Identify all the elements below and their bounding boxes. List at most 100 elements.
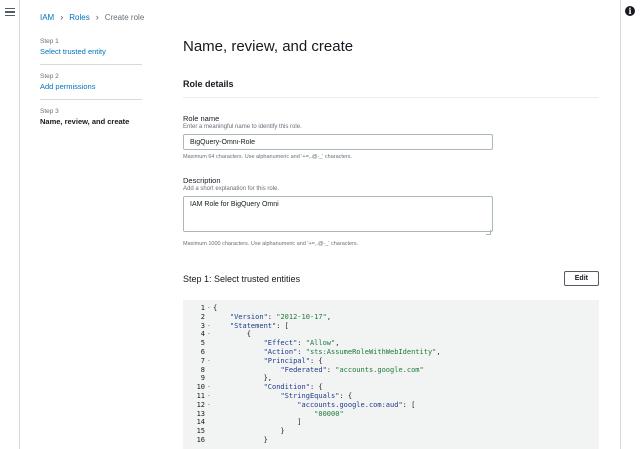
code-text: "StringEquals": { — [213, 392, 352, 401]
edit-button[interactable]: Edit — [563, 271, 599, 286]
json-punctuation: , — [436, 347, 441, 356]
line-number: 5 — [200, 339, 205, 348]
step-link-select-trusted-entity[interactable]: Select trusted entity — [40, 47, 142, 56]
json-punctuation: : — [297, 347, 306, 356]
code-text: "Action": "sts:AssumeRoleWithWebIdentity… — [213, 348, 441, 357]
json-string: "accounts.google.com" — [335, 365, 424, 374]
role-name-label: Role name — [183, 114, 220, 123]
breadcrumb-roles[interactable]: Roles — [69, 13, 89, 22]
json-key: "Effect" — [263, 339, 298, 348]
page-title: Name, review, and create — [183, 38, 354, 55]
json-punctuation — [213, 392, 280, 400]
breadcrumb-current: Create role — [104, 12, 145, 22]
json-punctuation: : { — [309, 356, 323, 365]
json-punctuation — [213, 313, 230, 321]
wizard-step-1: Step 1 Select trusted entity — [40, 38, 142, 65]
wizard-step-3: Step 3 Name, review, and create — [40, 108, 142, 134]
json-punctuation: : [ — [402, 400, 416, 409]
code-line: 16 } — [183, 436, 599, 445]
json-punctuation: : — [326, 365, 336, 374]
json-punctuation — [213, 366, 280, 374]
line-number: 16 — [196, 435, 205, 444]
step-number: Step 1 — [40, 38, 59, 45]
json-punctuation: { — [213, 330, 251, 339]
code-text: } — [213, 427, 285, 436]
json-punctuation: : [ — [276, 321, 289, 330]
json-key: "Statement" — [229, 321, 277, 330]
description-constraint: Maximum 1000 characters. Use alphanumeri… — [183, 241, 359, 247]
role-name-description: Enter a meaningful name to identify this… — [183, 124, 302, 130]
line-number: 6 — [200, 347, 205, 356]
description-field: Description Add a short explanation for … — [183, 176, 599, 247]
code-line: 1-{ — [183, 304, 599, 313]
json-string: "sts:AssumeRoleWithWebIdentity" — [305, 347, 437, 356]
json-punctuation: : { — [309, 383, 323, 392]
line-number: 12 — [196, 400, 205, 409]
json-key: "Federated" — [280, 365, 327, 374]
json-punctuation — [213, 322, 230, 330]
json-punctuation — [213, 410, 314, 418]
code-text: "Condition": { — [213, 383, 323, 392]
json-punctuation: } — [213, 435, 268, 444]
breadcrumb-iam[interactable]: IAM — [40, 13, 54, 22]
line-number: 1 — [200, 304, 205, 312]
role-name-input[interactable] — [183, 134, 493, 150]
code-line: 15 } — [183, 427, 599, 436]
breadcrumb: IAM › Roles › Create role — [40, 12, 144, 22]
json-punctuation — [213, 401, 297, 409]
json-key: "Condition" — [263, 383, 310, 392]
json-punctuation: }, — [213, 374, 273, 383]
left-navigation-rail — [0, 0, 20, 449]
json-punctuation: , — [326, 312, 332, 321]
code-line: 13 "00000" — [183, 410, 599, 419]
line-number: 10 — [196, 383, 205, 392]
line-number: 9 — [200, 374, 205, 383]
json-punctuation: { — [213, 304, 218, 312]
right-help-rail: i — [620, 0, 640, 449]
code-line: 5 "Effect": "Allow", — [183, 339, 599, 348]
line-number: 8 — [200, 365, 205, 374]
role-name-field: Role name Enter a meaningful name to ide… — [183, 114, 599, 160]
main-content: Name, review, and create Role details Ro… — [183, 38, 599, 449]
code-line: 11- "StringEquals": { — [183, 392, 599, 401]
code-line: 6 "Action": "sts:AssumeRoleWithWebIdenti… — [183, 348, 599, 357]
divider — [183, 97, 599, 98]
json-punctuation: , — [335, 339, 340, 348]
code-line: 12- "accounts.google.com:aud": [ — [183, 401, 599, 410]
description-textarea[interactable]: IAM Role for BigQuery Omni — [183, 196, 493, 232]
step-link-add-permissions[interactable]: Add permissions — [40, 82, 142, 91]
trusted-entities-heading: Step 1: Select trusted entities — [183, 273, 301, 284]
line-number: 13 — [196, 409, 205, 418]
code-line: 7- "Principal": { — [183, 357, 599, 366]
json-string: "00000" — [314, 409, 344, 418]
code-line: 2 "Version": "2012-10-17", — [183, 313, 599, 322]
hamburger-menu-icon[interactable] — [5, 8, 15, 16]
json-key: "Principal" — [263, 356, 310, 365]
line-number: 7 — [200, 356, 205, 365]
info-icon[interactable]: i — [625, 6, 635, 16]
resize-handle-icon[interactable] — [486, 230, 491, 235]
code-line: 14 ] — [183, 418, 599, 427]
chevron-right-icon: › — [60, 12, 64, 22]
step-number: Step 2 — [40, 73, 59, 80]
role-name-constraint: Maximum 64 characters. Use alphanumeric … — [183, 154, 353, 160]
wizard-steps: Step 1 Select trusted entity Step 2 Add … — [40, 38, 142, 142]
wizard-step-2: Step 2 Add permissions — [40, 73, 142, 100]
description-label: Description — [183, 176, 221, 185]
json-punctuation: ] — [213, 418, 302, 427]
code-text: "Version": "2012-10-17", — [213, 313, 331, 322]
json-punctuation: } — [213, 427, 285, 436]
json-punctuation: : — [267, 312, 277, 321]
line-number: 11 — [196, 391, 205, 400]
code-text: ] — [213, 418, 302, 427]
code-text: "Principal": { — [213, 357, 323, 366]
line-number: 4 — [200, 330, 205, 339]
code-line: 9 }, — [183, 374, 599, 383]
json-punctuation: : { — [339, 391, 353, 400]
trust-policy-code-viewer[interactable]: 1-{2 "Version": "2012-10-17", 3- "Stateme… — [183, 300, 599, 449]
json-punctuation — [213, 357, 264, 365]
step-number: Step 3 — [40, 108, 59, 115]
json-punctuation: : — [297, 339, 306, 348]
trusted-entities-header: Step 1: Select trusted entities Edit — [183, 271, 599, 286]
json-punctuation — [213, 348, 264, 356]
